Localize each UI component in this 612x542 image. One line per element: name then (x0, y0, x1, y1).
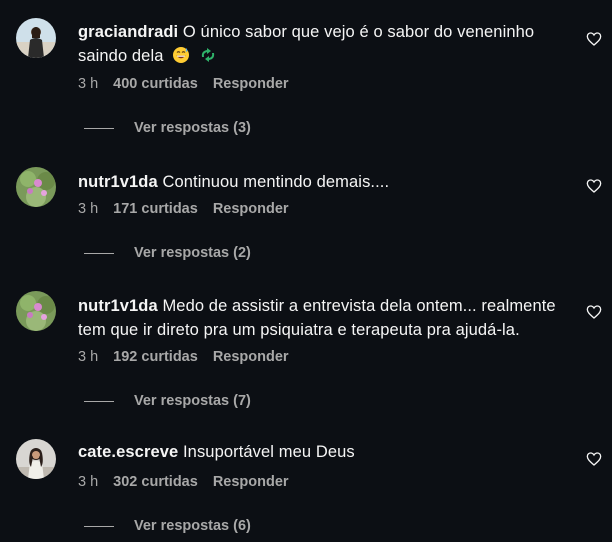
comment-meta: 3 h 302 curtidas Responder (78, 474, 304, 490)
view-replies-button[interactable]: Ver respostas (3) (84, 120, 251, 136)
avatar[interactable] (16, 439, 56, 479)
comment-meta: 3 h 192 curtidas Responder (78, 349, 304, 365)
comment-body: nutr1v1da Medo de assistir a entrevista … (78, 294, 578, 342)
comment-time: 3 h (78, 474, 99, 490)
avatar[interactable] (16, 291, 56, 331)
replies-divider-line (84, 400, 114, 402)
avatar[interactable] (16, 167, 56, 207)
reply-button[interactable]: Responder (213, 201, 289, 217)
view-replies-label: Ver respostas (3) (134, 120, 251, 136)
reply-button[interactable]: Responder (213, 349, 289, 365)
comment-meta: 3 h 400 curtidas Responder (78, 76, 304, 92)
comment-text: Insuportável meu Deus (182, 443, 355, 461)
comment-username[interactable]: nutr1v1da (78, 297, 158, 315)
view-replies-button[interactable]: Ver respostas (6) (84, 518, 251, 534)
heart-icon[interactable] (586, 304, 602, 320)
comment-username[interactable]: graciandradi (78, 23, 178, 41)
comment-meta: 3 h 171 curtidas Responder (78, 201, 304, 217)
view-replies-label: Ver respostas (6) (134, 518, 251, 534)
grinning-face-with-sweat-emoji (172, 46, 190, 71)
comment-username[interactable]: cate.escreve (78, 443, 178, 461)
heart-icon[interactable] (586, 178, 602, 194)
comment-likes[interactable]: 192 curtidas (113, 349, 198, 365)
replies-divider-line (84, 127, 114, 129)
view-replies-label: Ver respostas (2) (134, 245, 251, 261)
comment-likes[interactable]: 302 curtidas (113, 474, 198, 490)
comment-likes[interactable]: 171 curtidas (113, 201, 198, 217)
view-replies-button[interactable]: Ver respostas (7) (84, 393, 251, 409)
heart-icon[interactable] (586, 31, 602, 47)
comment-body: cate.escreve Insuportável meu Deus (78, 440, 578, 464)
replies-divider-line (84, 252, 114, 254)
recycle-emoji (199, 46, 217, 71)
comment-username[interactable]: nutr1v1da (78, 173, 158, 191)
comment-time: 3 h (78, 349, 99, 365)
heart-icon[interactable] (586, 451, 602, 467)
comment-likes[interactable]: 400 curtidas (113, 76, 198, 92)
comment-time: 3 h (78, 201, 99, 217)
view-replies-label: Ver respostas (7) (134, 393, 251, 409)
view-replies-button[interactable]: Ver respostas (2) (84, 245, 251, 261)
replies-divider-line (84, 525, 114, 527)
reply-button[interactable]: Responder (213, 76, 289, 92)
comment-body: graciandradi O único sabor que vejo é o … (78, 20, 578, 71)
comment-body: nutr1v1da Continuou mentindo demais.... (78, 170, 578, 194)
comment-time: 3 h (78, 76, 99, 92)
reply-button[interactable]: Responder (213, 474, 289, 490)
comment-text: Continuou mentindo demais.... (162, 173, 390, 191)
avatar[interactable] (16, 18, 56, 58)
